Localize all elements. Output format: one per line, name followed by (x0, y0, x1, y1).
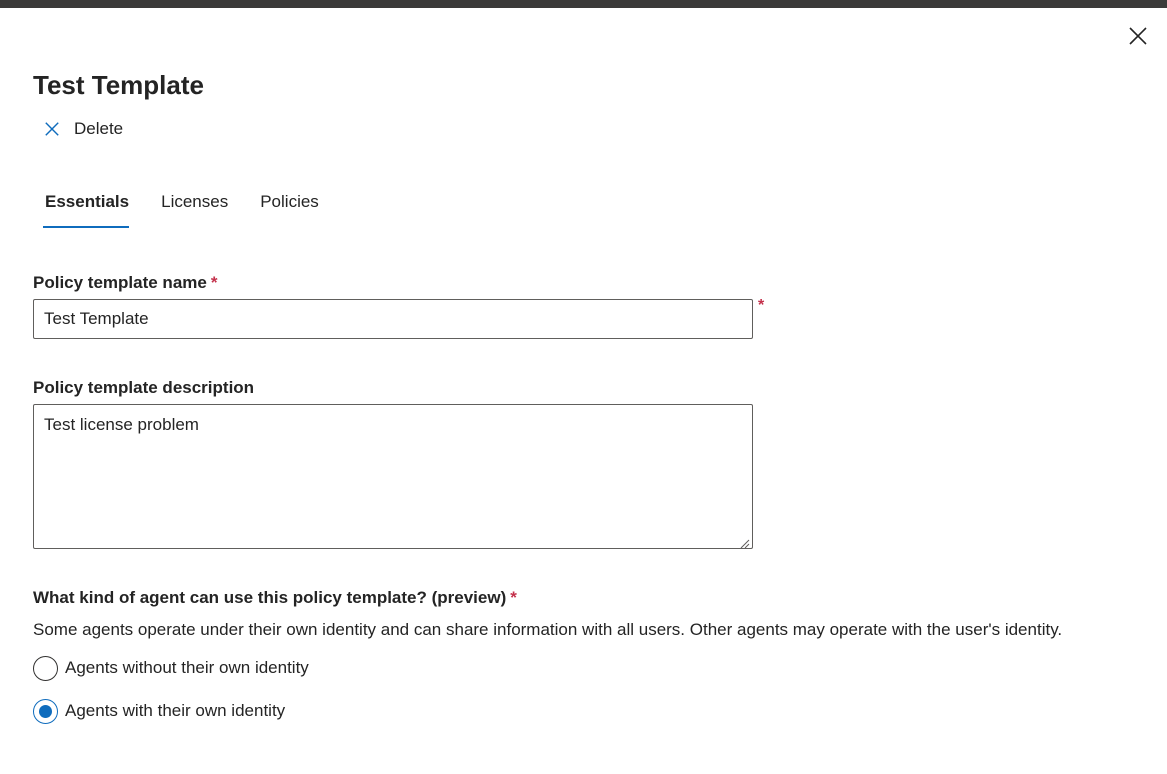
tab-list: Essentials Licenses Policies (33, 186, 341, 228)
name-label-text: Policy template name (33, 273, 207, 292)
required-indicator: * (758, 297, 765, 314)
required-mark: * (210, 273, 218, 292)
radio-option-with-identity[interactable]: Agents with their own identity (33, 698, 285, 724)
agent-kind-helper-text: Some agents operate under their own iden… (33, 620, 1063, 639)
agent-kind-label: What kind of agent can use this policy t… (33, 588, 517, 608)
close-panel-button[interactable] (1124, 24, 1152, 52)
tab-licenses[interactable]: Licenses (151, 186, 238, 228)
delete-button[interactable]: Delete (40, 116, 123, 142)
close-icon (1129, 26, 1147, 50)
agent-kind-label-text: What kind of agent can use this policy t… (33, 588, 507, 607)
page-title: Test Template (33, 70, 204, 100)
delete-label: Delete (74, 119, 124, 138)
top-bar (0, 0, 1167, 8)
radio-option-without-identity[interactable]: Agents without their own identity (33, 655, 309, 681)
template-name-input[interactable]: Test Template (33, 299, 753, 339)
radio-unchecked-icon[interactable] (33, 655, 58, 681)
description-field-label: Policy template description (33, 378, 255, 397)
tab-policies[interactable]: Policies (250, 186, 329, 228)
name-field-label: Policy template name * (33, 273, 217, 293)
radio-label: Agents without their own identity (65, 658, 309, 677)
tab-essentials[interactable]: Essentials (33, 186, 139, 228)
radio-checked-icon[interactable] (33, 698, 58, 724)
required-mark: * (510, 588, 517, 607)
resize-grip-icon[interactable] (740, 536, 750, 549)
template-description-textarea[interactable]: Test license problem (33, 404, 753, 549)
radio-label: Agents with their own identity (65, 701, 286, 720)
delete-x-icon (40, 119, 60, 139)
radio-dot (39, 704, 52, 718)
